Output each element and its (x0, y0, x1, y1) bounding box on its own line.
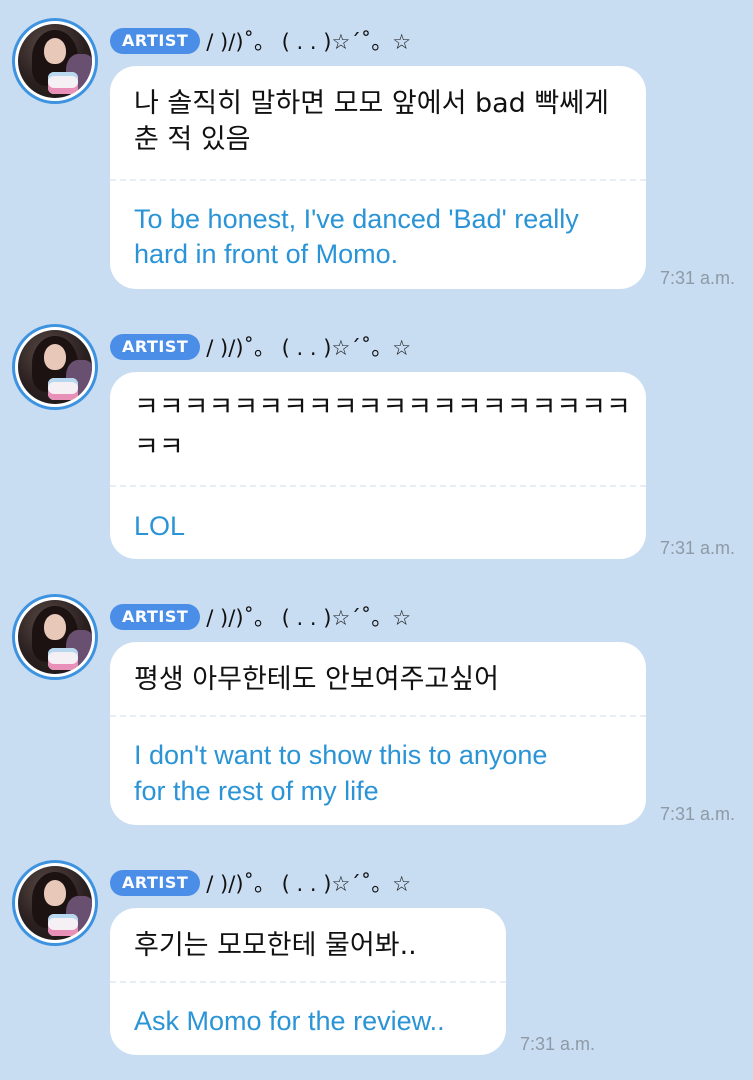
translation-text-line: To be honest, I've danced 'Bad' really (134, 204, 579, 234)
message-bubble[interactable]: ㅋㅋㅋㅋㅋㅋㅋㅋㅋㅋㅋㅋㅋㅋㅋㅋㅋㅋㅋㅋ ㅋㅋ LOL (110, 372, 646, 559)
translation-text-line: Ask Momo for the review.. (134, 1006, 445, 1036)
message-text-korean-line: 후기는 모모한테 물어봐.. (134, 930, 417, 961)
sender-nickname[interactable]: / )/)˚。 ( . . )☆´˚。☆ (206, 332, 411, 362)
sender-row: ARTIST / )/)˚。 ( . . )☆´˚。☆ (110, 332, 411, 362)
avatar[interactable] (12, 18, 98, 104)
avatar[interactable] (12, 860, 98, 946)
message-timestamp: 7:31 a.m. (660, 268, 736, 288)
message-bubble[interactable]: 나 솔직히 말하면 모모 앞에서 bad 빡쎄게 춘 적 있음 To be ho… (110, 66, 646, 289)
avatar[interactable] (12, 324, 98, 410)
message-text-korean-line: 나 솔직히 말하면 모모 앞에서 bad 빡쎄게 (134, 88, 609, 119)
avatar[interactable] (12, 594, 98, 680)
message-text-korean-line: ㅋㅋ (134, 432, 184, 463)
translation-text-line: LOL (134, 511, 186, 541)
translation-text-line: I don't want to show this to anyone (134, 740, 548, 770)
artist-badge: ARTIST (110, 28, 201, 54)
sender-row: ARTIST / )/)˚。 ( . . )☆´˚。☆ (110, 26, 411, 56)
artist-badge: ARTIST (110, 604, 201, 630)
message-timestamp: 7:31 a.m. (660, 804, 736, 824)
sender-nickname[interactable]: / )/)˚。 ( . . )☆´˚。☆ (206, 26, 411, 56)
message-bubble[interactable]: 후기는 모모한테 물어봐.. Ask Momo for the review.. (110, 908, 506, 1055)
sender-row: ARTIST / )/)˚。 ( . . )☆´˚。☆ (110, 602, 411, 632)
translation-divider (110, 485, 646, 487)
message-bubble[interactable]: 평생 아무한테도 안보여주고싶어 I don't want to show th… (110, 642, 646, 825)
translation-divider (110, 179, 646, 181)
sender-row: ARTIST / )/)˚。 ( . . )☆´˚。☆ (110, 868, 411, 898)
message-text-korean-line: ㅋㅋㅋㅋㅋㅋㅋㅋㅋㅋㅋㅋㅋㅋㅋㅋㅋㅋㅋㅋ (134, 392, 631, 423)
sender-nickname[interactable]: / )/)˚。 ( . . )☆´˚。☆ (206, 602, 411, 632)
artist-badge: ARTIST (110, 334, 201, 360)
message-timestamp: 7:31 a.m. (520, 1034, 596, 1054)
message-text-korean-line: 평생 아무한테도 안보여주고싶어 (134, 664, 499, 695)
translation-text-line: for the rest of my life (134, 776, 379, 806)
message-timestamp: 7:31 a.m. (660, 538, 736, 558)
translation-divider (110, 981, 506, 983)
translation-divider (110, 715, 646, 717)
translation-text-line: hard in front of Momo. (134, 239, 399, 269)
message-text-korean-line: 춘 적 있음 (134, 124, 251, 155)
artist-badge: ARTIST (110, 870, 201, 896)
sender-nickname[interactable]: / )/)˚。 ( . . )☆´˚。☆ (206, 868, 411, 898)
